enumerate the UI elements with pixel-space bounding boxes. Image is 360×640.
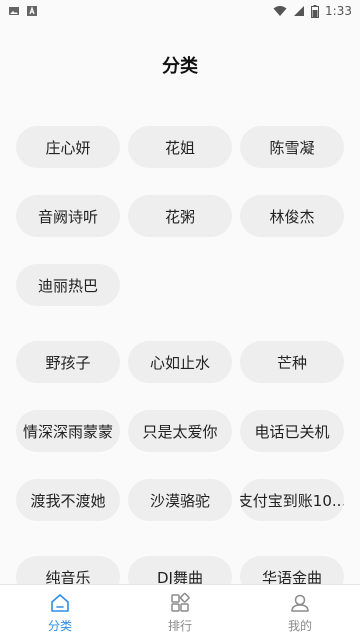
category-chip[interactable]: 花粥 bbox=[128, 195, 232, 237]
category-chip[interactable]: 渡我不渡她 bbox=[16, 479, 120, 521]
nav-item-mine[interactable]: 我的 bbox=[240, 585, 360, 640]
user-icon bbox=[288, 591, 312, 615]
category-chip[interactable]: DJ舞曲 bbox=[128, 556, 232, 584]
category-chip[interactable]: 林俊杰 bbox=[240, 195, 344, 237]
category-chip[interactable]: 花姐 bbox=[128, 126, 232, 168]
category-chip[interactable]: 芒种 bbox=[240, 341, 344, 383]
nav-item-ranking[interactable]: 排行 bbox=[120, 585, 240, 640]
category-chip[interactable]: 野孩子 bbox=[16, 341, 120, 383]
category-chip[interactable]: 电话已关机 bbox=[240, 410, 344, 452]
nav-label: 分类 bbox=[47, 619, 72, 633]
nav-label: 排行 bbox=[167, 619, 192, 633]
category-chip[interactable]: 庄心妍 bbox=[16, 126, 120, 168]
nav-label: 我的 bbox=[287, 619, 312, 633]
category-chip[interactable]: 陈雪凝 bbox=[240, 126, 344, 168]
category-list: 庄心妍 花姐 陈雪凝 音阙诗听 花粥 林俊杰 迪丽热巴 野孩子 心如止水 芒种 … bbox=[0, 0, 360, 584]
category-chip[interactable]: 支付宝到账10... bbox=[240, 479, 344, 521]
home-icon bbox=[48, 591, 72, 615]
category-chip[interactable]: 迪丽热巴 bbox=[16, 264, 120, 306]
category-chip[interactable]: 音阙诗听 bbox=[16, 195, 120, 237]
nav-item-category[interactable]: 分类 bbox=[0, 585, 120, 640]
grid-icon bbox=[168, 591, 192, 615]
category-chip[interactable]: 华语金曲 bbox=[240, 556, 344, 584]
bottom-nav: 分类 排行 我的 bbox=[0, 584, 360, 640]
category-chip[interactable]: 情深深雨蒙蒙 bbox=[16, 410, 120, 452]
category-chip[interactable]: 纯音乐 bbox=[16, 556, 120, 584]
category-chip[interactable]: 只是太爱你 bbox=[128, 410, 232, 452]
category-chip[interactable]: 心如止水 bbox=[128, 341, 232, 383]
category-chip[interactable]: 沙漠骆驼 bbox=[128, 479, 232, 521]
